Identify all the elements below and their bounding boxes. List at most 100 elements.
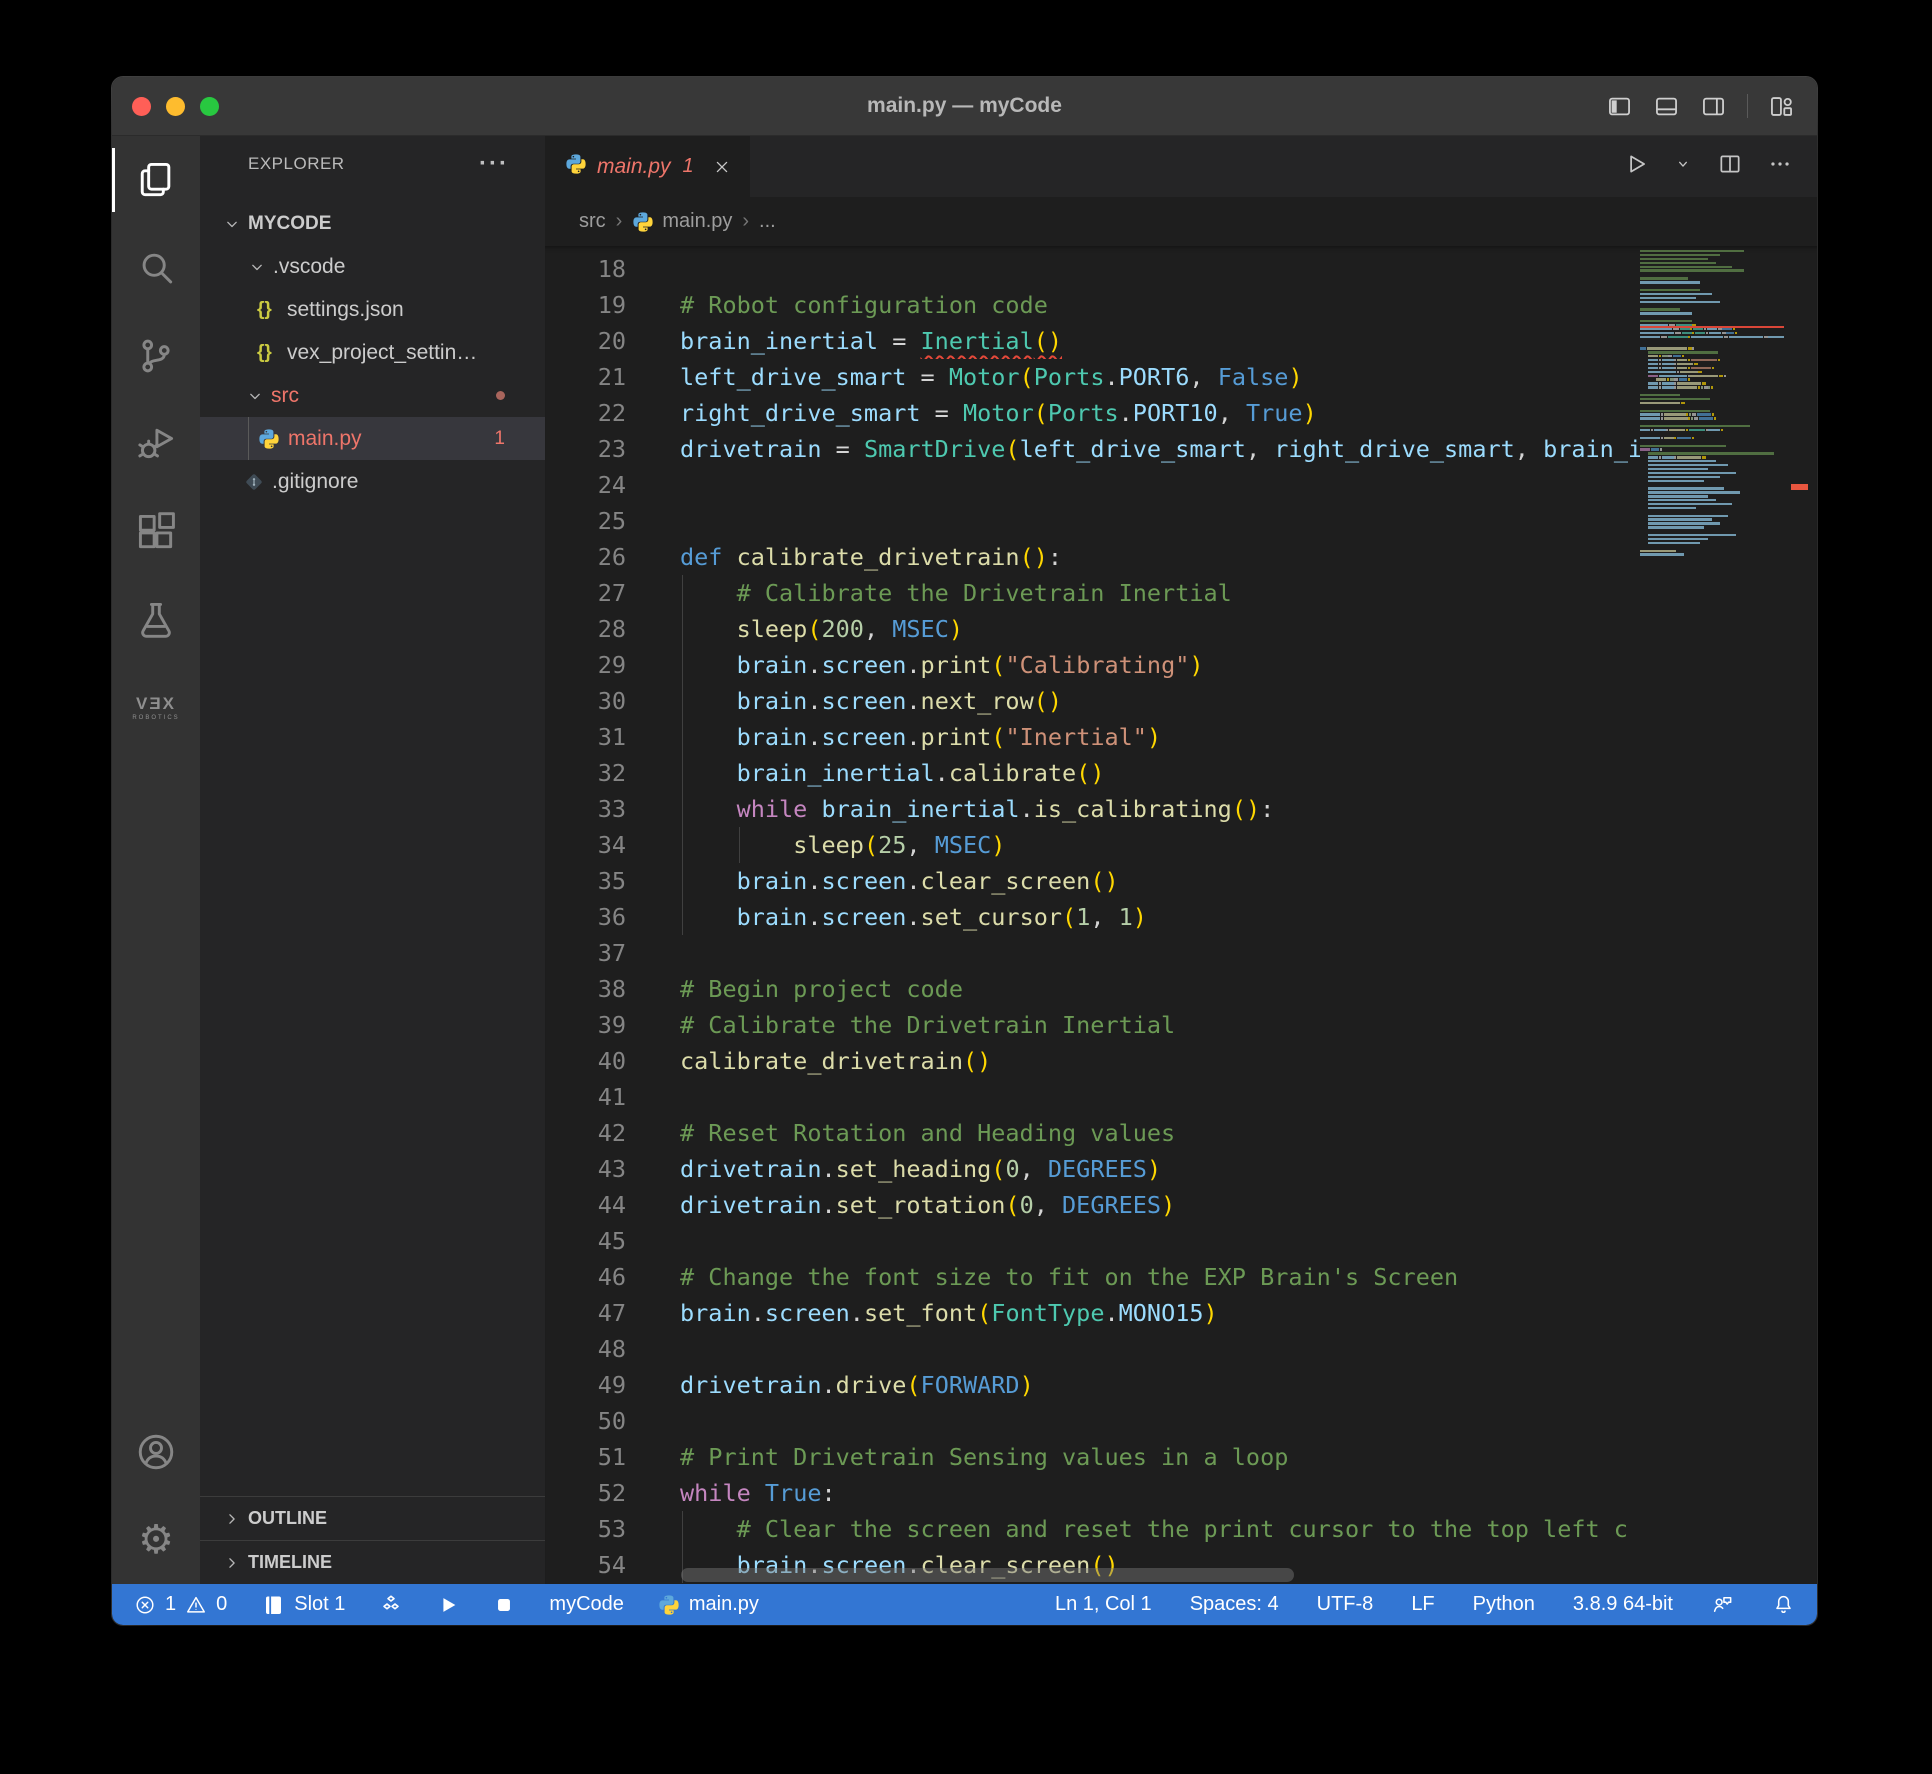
code-token: 0 (1005, 1155, 1019, 1183)
status-vex-slot[interactable]: Slot 1 (261, 1593, 345, 1617)
activity-item-run-debug[interactable] (112, 400, 200, 488)
layout-sidebar-right-icon[interactable] (1700, 93, 1727, 120)
close-window-button[interactable] (132, 97, 151, 116)
code-token: screen (822, 651, 907, 679)
status-label: UTF-8 (1317, 1593, 1374, 1616)
code-line-text (626, 1223, 1640, 1259)
overview-ruler[interactable] (1784, 246, 1817, 1584)
code-token: , (1034, 1191, 1062, 1219)
code-line-27: 27 # Calibrate the Drivetrain Inertial (545, 575, 1640, 611)
code-token: ( (1005, 435, 1019, 463)
code-line-text: drivetrain.set_heading(0, DEGREES) (626, 1151, 1640, 1187)
minimap-line (1640, 371, 1784, 373)
minimize-window-button[interactable] (166, 97, 185, 116)
code-token: ( (864, 831, 878, 859)
tree-item--vscode[interactable]: .vscode (200, 245, 545, 288)
run-icon[interactable] (1623, 151, 1649, 182)
code-token: ( (1062, 903, 1076, 931)
code-token: ( (991, 1155, 1005, 1183)
tab-main-py[interactable]: main.py 1 (545, 136, 751, 197)
layout-sidebar-left-icon[interactable] (1606, 93, 1633, 120)
sidebar-panel-timeline[interactable]: TIMELINE (200, 1540, 545, 1584)
status-active-file[interactable]: main.py (658, 1593, 759, 1616)
minimap-line (1640, 437, 1784, 439)
code-token: MSEC (892, 615, 949, 643)
split-editor-icon[interactable] (1717, 151, 1743, 182)
tree-item-src[interactable]: src (200, 374, 545, 417)
code-token: brain_inertial (680, 327, 878, 355)
code-token: ( (991, 723, 1005, 751)
chevron-down-small-icon[interactable] (1673, 154, 1693, 179)
line-number: 54 (545, 1547, 626, 1583)
code-line-48: 48 (545, 1331, 1640, 1367)
code-line-36: 36 brain.screen.set_cursor(1, 1) (545, 899, 1640, 935)
breadcrumb-item-main-py[interactable]: main.py (632, 210, 732, 233)
status-python-interpreter[interactable]: 3.8.9 64-bit (1573, 1593, 1673, 1616)
activity-item-search[interactable] (112, 224, 200, 312)
code-line-text: drivetrain.drive(FORWARD) (626, 1367, 1640, 1403)
minimap-line (1640, 468, 1784, 470)
code-token: , (1020, 1155, 1048, 1183)
chevron-right-icon (222, 1553, 242, 1573)
code-line-text (626, 251, 1640, 287)
activity-item-accounts[interactable] (112, 1408, 200, 1496)
tree-item-mycode[interactable]: MYCODE (200, 202, 545, 245)
minimap-line (1640, 526, 1784, 528)
horizontal-scrollbar[interactable] (681, 1568, 1294, 1582)
code-token (680, 831, 793, 859)
code-line-40: 40calibrate_drivetrain() (545, 1043, 1640, 1079)
tree-item-vex-project-settin-[interactable]: {}vex_project_settin… (200, 331, 545, 374)
code-token: () (1076, 759, 1104, 787)
activity-item-source-control[interactable] (112, 312, 200, 400)
tree-item-main-py[interactable]: main.py1 (200, 417, 545, 460)
zoom-window-button[interactable] (200, 97, 219, 116)
sidebar-panel-outline[interactable]: OUTLINE (200, 1496, 545, 1540)
tree-item-settings-json[interactable]: {}settings.json (200, 288, 545, 331)
status-feedback[interactable] (1711, 1593, 1734, 1616)
code-token: . (906, 723, 920, 751)
minimap-line (1640, 402, 1784, 404)
code-line-text: sleep(25, MSEC) (626, 827, 1640, 863)
minimap[interactable] (1640, 250, 1784, 1584)
line-number: 47 (545, 1295, 626, 1331)
code-line-text: while brain_inertial.is_calibrating(): (626, 791, 1640, 827)
layout-panel-bottom-icon[interactable] (1653, 93, 1680, 120)
status-encoding[interactable]: UTF-8 (1317, 1593, 1374, 1616)
stop-filled-icon (493, 1594, 515, 1616)
activity-item-extensions[interactable] (112, 488, 200, 576)
activity-item-explorer[interactable] (112, 136, 200, 224)
status-indentation[interactable]: Spaces: 4 (1190, 1593, 1279, 1616)
code-line-46: 46# Change the font size to fit on the E… (545, 1259, 1640, 1295)
line-number: 32 (545, 755, 626, 791)
status-vex-blocks[interactable] (379, 1593, 403, 1617)
status-run-project[interactable] (437, 1594, 459, 1616)
more-actions-icon[interactable] (1767, 151, 1793, 182)
status-language-mode[interactable]: Python (1473, 1593, 1535, 1616)
activity-item-settings[interactable]: ⚙ (112, 1496, 200, 1584)
breadcrumb-item--[interactable]: ... (759, 210, 776, 233)
status-eol[interactable]: LF (1411, 1593, 1434, 1616)
code-token: 200 (822, 615, 864, 643)
activity-item-testing[interactable] (112, 576, 200, 664)
explorer-more-actions-icon[interactable]: ··· (479, 150, 509, 178)
status-notifications[interactable] (1772, 1593, 1795, 1616)
code-line-text: brain.screen.print("Inertial") (626, 719, 1640, 755)
status-project-name[interactable]: myCode (549, 1593, 623, 1616)
activity-item-vex[interactable]: VƎXROBOTICS (112, 664, 200, 752)
status-cursor-position[interactable]: Ln 1, Col 1 (1055, 1593, 1152, 1616)
minimap-line (1640, 530, 1784, 532)
tree-item--gitignore[interactable]: .gitignore (200, 460, 545, 503)
minimap-line (1640, 542, 1784, 544)
minimap-line (1640, 472, 1784, 474)
line-number: 44 (545, 1187, 626, 1223)
minimap-line (1640, 343, 1784, 345)
status-label: Ln 1, Col 1 (1055, 1593, 1152, 1616)
customize-layout-icon[interactable] (1768, 93, 1795, 120)
close-tab-icon[interactable] (712, 157, 732, 177)
status-stop-project[interactable] (493, 1594, 515, 1616)
code-editor[interactable]: 1819# Robot configuration code20brain_in… (545, 246, 1817, 1584)
breadcrumb-item-src[interactable]: src (579, 210, 606, 233)
feedback-icon (1711, 1593, 1734, 1616)
status-problems[interactable]: 10 (134, 1593, 227, 1616)
code-token: , (1090, 903, 1118, 931)
